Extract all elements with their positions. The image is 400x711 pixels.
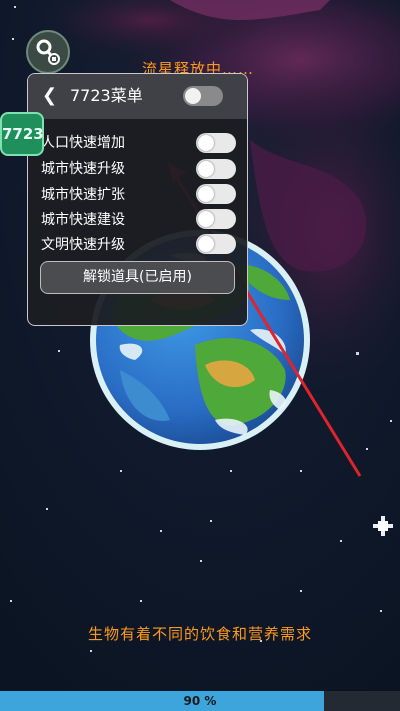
- key-button[interactable]: [26, 30, 70, 74]
- toggle-city-upgrade[interactable]: [196, 159, 236, 179]
- toggle-knob: [198, 236, 214, 252]
- floating-menu-badge[interactable]: 7723: [0, 112, 44, 156]
- chevron-left-icon[interactable]: ❮: [42, 86, 58, 106]
- toggle-knob: [198, 135, 214, 151]
- toggle-knob: [185, 88, 201, 104]
- key-icon: [36, 39, 60, 65]
- menu-title: 7723菜单: [70, 86, 143, 105]
- toggle-civilization-upgrade[interactable]: [196, 234, 236, 254]
- row-label-city-expand: 城市快速扩张: [41, 187, 125, 203]
- progress-label: 90 %: [183, 694, 217, 708]
- toggle-knob: [198, 211, 214, 227]
- row-label-population: 人口快速增加: [41, 135, 125, 151]
- row-label-city-upgrade: 城市快速升级: [41, 161, 125, 177]
- toggle-knob: [198, 161, 214, 177]
- cheat-menu-panel: ❮ 7723菜单 人口快速增加 城市快速升级 城市快速扩张 城市快速建设 文明快…: [27, 73, 248, 326]
- loading-hint-text: 生物有着不同的饮食和营养需求: [87, 625, 312, 643]
- row-label-civilization-upgrade: 文明快速升级: [41, 237, 125, 253]
- toggle-knob: [198, 186, 214, 202]
- toggle-city-build[interactable]: [196, 209, 236, 229]
- loading-progress-bar: 90 %: [0, 691, 400, 711]
- toggle-population[interactable]: [196, 133, 236, 153]
- menu-header: ❮ 7723菜单: [28, 74, 247, 119]
- row-label-city-build: 城市快速建设: [41, 212, 125, 228]
- unlock-items-button[interactable]: 解锁道具(已启用): [40, 261, 235, 294]
- toggle-city-expand[interactable]: [196, 184, 236, 204]
- menu-master-toggle[interactable]: [183, 86, 223, 106]
